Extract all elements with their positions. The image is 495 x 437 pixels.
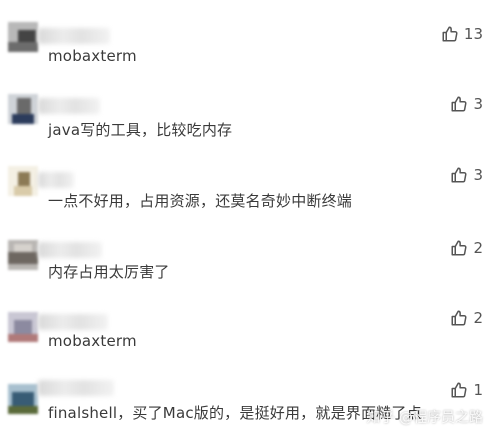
avatar[interactable] [8, 312, 38, 342]
avatar[interactable] [8, 240, 38, 270]
avatar[interactable] [8, 94, 38, 124]
like-button[interactable]: 1 [450, 381, 483, 399]
like-count: 3 [473, 166, 483, 184]
username-blurred [38, 98, 100, 114]
comment-text: java写的工具，比较吃内存 [48, 121, 233, 139]
thumbs-up-icon [450, 239, 468, 257]
thumbs-up-icon [441, 25, 459, 43]
comment-text: mobaxterm [48, 332, 137, 350]
comment-item: java写的工具，比较吃内存 3 [0, 84, 495, 144]
like-button[interactable]: 13 [441, 25, 483, 43]
comment-text: mobaxterm [48, 47, 137, 65]
comment-item: mobaxterm 2 [0, 304, 495, 364]
username-blurred [38, 172, 74, 188]
username-blurred [38, 242, 102, 258]
comment-item: mobaxterm 13 [0, 14, 495, 74]
like-count: 1 [473, 381, 483, 399]
watermark: 知乎 @程序员之路 [366, 410, 483, 426]
like-button[interactable]: 3 [450, 166, 483, 184]
avatar[interactable] [8, 22, 38, 52]
comment-item: 内存占用太厉害了 2 [0, 230, 495, 290]
like-count: 13 [463, 25, 483, 43]
like-count: 3 [473, 95, 483, 113]
thumbs-up-icon [450, 309, 468, 327]
like-button[interactable]: 2 [450, 309, 483, 327]
comment-text: 内存占用太厉害了 [48, 263, 170, 281]
avatar[interactable] [8, 384, 38, 414]
like-count: 2 [473, 309, 483, 327]
username-blurred [38, 380, 114, 396]
avatar[interactable] [8, 166, 38, 196]
like-button[interactable]: 2 [450, 239, 483, 257]
like-count: 2 [473, 239, 483, 257]
thumbs-up-icon [450, 95, 468, 113]
username-blurred [38, 28, 110, 44]
comment-text: 一点不好用，占用资源，还莫名奇妙中断终端 [48, 192, 353, 210]
thumbs-up-icon [450, 166, 468, 184]
comment-item: 一点不好用，占用资源，还莫名奇妙中断终端 3 [0, 160, 495, 220]
username-blurred [38, 314, 108, 330]
like-button[interactable]: 3 [450, 95, 483, 113]
thumbs-up-icon [450, 381, 468, 399]
